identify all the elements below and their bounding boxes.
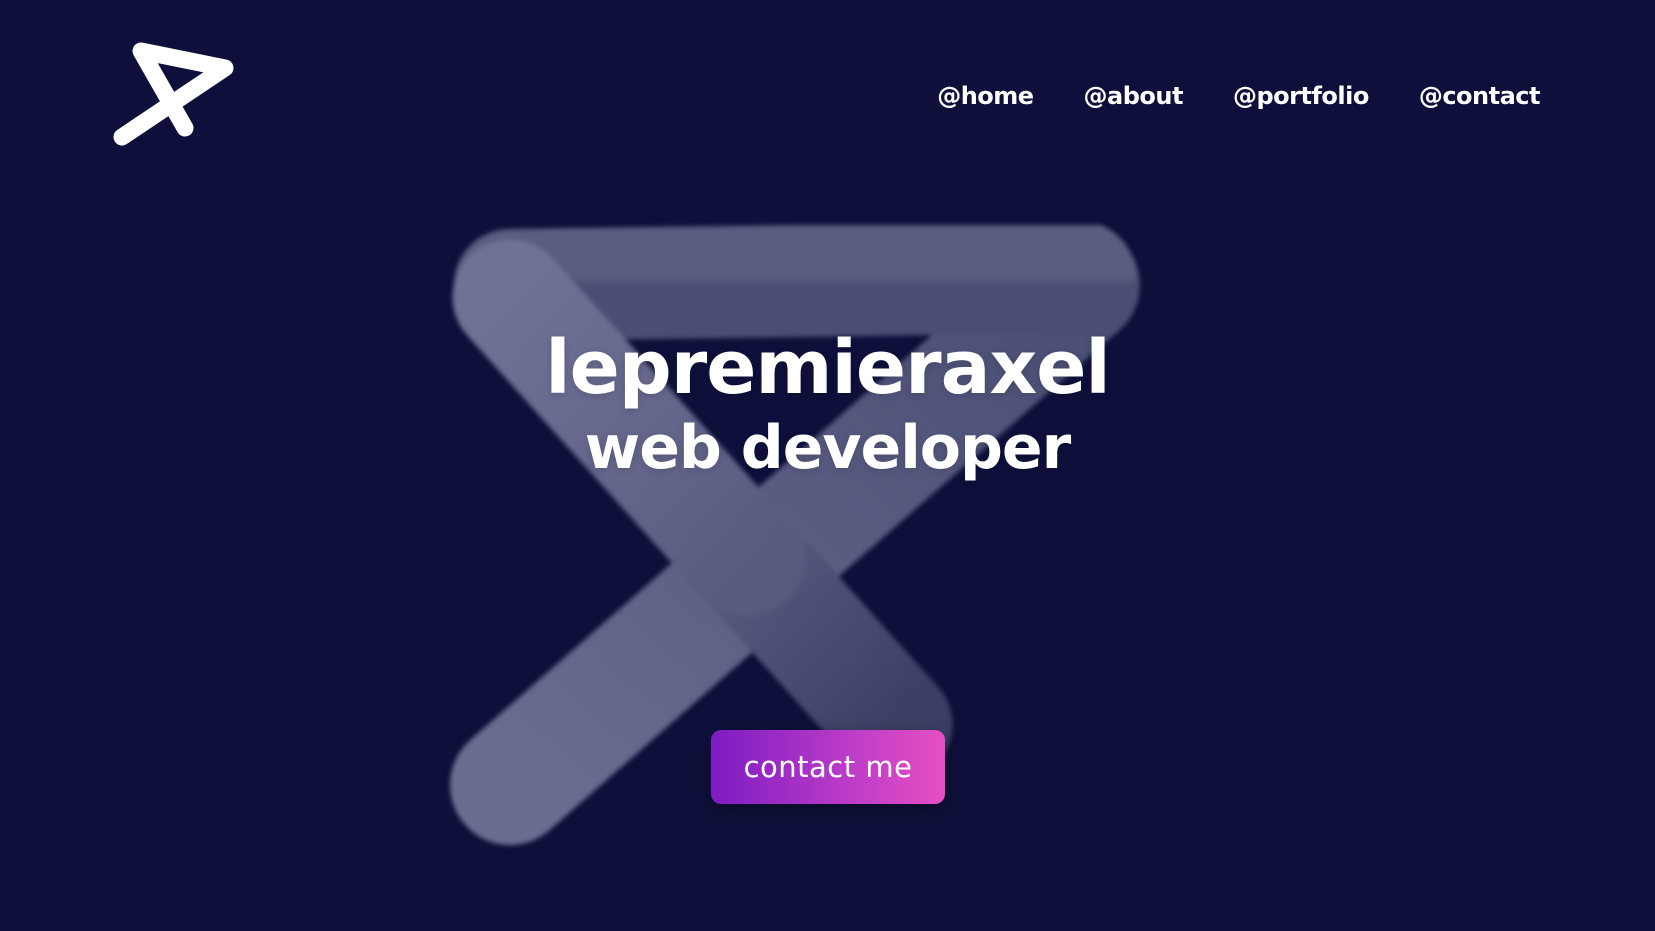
nav-about-link[interactable]: @about [1084, 82, 1184, 110]
hero-role: web developer [584, 413, 1071, 483]
nav-contact-link[interactable]: @contact [1419, 82, 1541, 110]
main-nav: @home @about @portfolio @contact [937, 82, 1540, 110]
nav-home-link[interactable]: @home [937, 82, 1034, 110]
hero-heading: lepremieraxel web developer [0, 325, 1655, 485]
nav-portfolio-link[interactable]: @portfolio [1233, 82, 1369, 110]
contact-me-button[interactable]: contact me [711, 730, 945, 804]
landing-page: @home @about @portfolio @contact lepremi… [0, 0, 1655, 931]
axel-logo-icon [113, 42, 234, 146]
site-logo[interactable] [108, 40, 258, 160]
hero-name: lepremieraxel [545, 325, 1111, 411]
